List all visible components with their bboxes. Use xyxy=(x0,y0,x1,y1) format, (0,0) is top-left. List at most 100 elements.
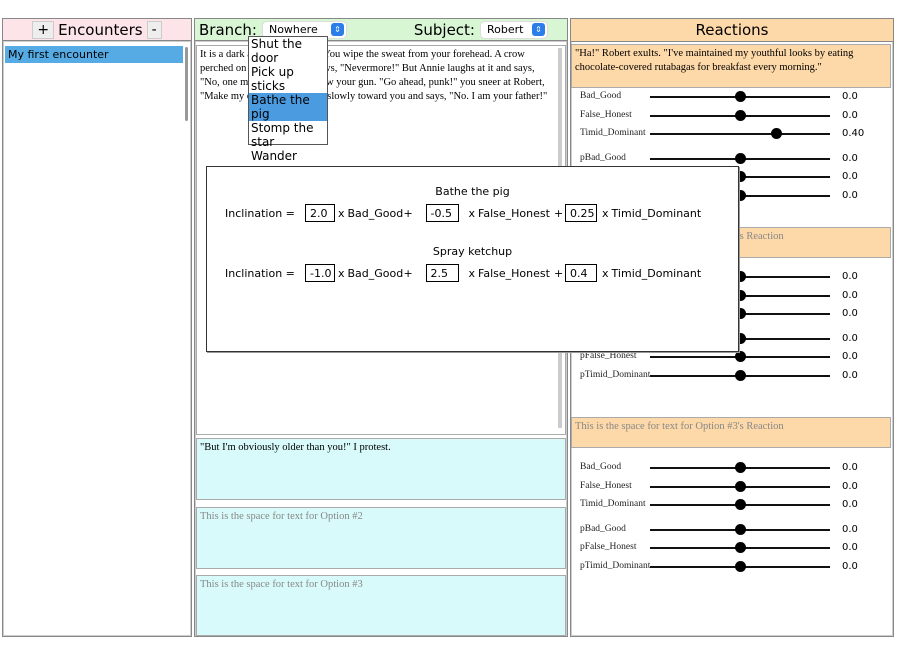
times-sign: x xyxy=(468,266,476,280)
slider-label: pTimid_Dominant xyxy=(580,369,651,380)
subject-value: Robert xyxy=(487,23,524,36)
slider-value: 0.0 xyxy=(842,542,858,553)
slider-track[interactable] xyxy=(650,369,830,381)
slider-value: 0.0 xyxy=(842,462,858,473)
weight-input[interactable]: 0.4 xyxy=(565,264,598,282)
dropdown-option[interactable]: Pick up sticks xyxy=(249,65,327,93)
slider-track[interactable] xyxy=(650,152,830,164)
weight-input[interactable]: -0.5 xyxy=(425,204,459,222)
slider-knob[interactable] xyxy=(735,560,746,572)
trait-name: Bad_Good xyxy=(347,206,404,220)
slider-row: Timid_Dominant 0.0 xyxy=(580,498,880,512)
trait-name: Bad_Good xyxy=(347,266,404,280)
slider-row: pFalse_Honest 0.0 xyxy=(580,541,880,555)
slider-knob[interactable] xyxy=(735,91,746,102)
inclination-equation: Inclination = -1.0 x Bad_Good + 2.5 x Fa… xyxy=(225,264,701,282)
slider-label: Timid_Dominant xyxy=(580,128,646,138)
slider-track[interactable] xyxy=(650,560,830,572)
slider-knob[interactable] xyxy=(771,128,782,139)
times-sign: x xyxy=(602,266,609,280)
slider-value: 0.0 xyxy=(842,499,858,510)
slider-row: pFalse_Honest 0.0 xyxy=(580,350,880,364)
trait-name: False_Honest xyxy=(478,266,550,280)
slider-label: pBad_Good xyxy=(580,523,626,534)
inclination-label: Inclination = xyxy=(225,266,295,280)
reaction-1-textarea[interactable]: "Ha!" Robert exults. "I've maintained my… xyxy=(571,44,891,88)
slider-label: Bad_Good xyxy=(580,91,622,101)
weight-input[interactable]: 2.0 xyxy=(305,204,335,222)
remove-encounter-button[interactable]: - xyxy=(146,20,162,39)
slider-label: False_Honest xyxy=(580,109,632,120)
slider-label: pBad_Good xyxy=(580,152,626,163)
slider-knob[interactable] xyxy=(735,480,746,492)
weight-input[interactable]: -1.0 xyxy=(305,264,335,282)
slider-knob[interactable] xyxy=(735,109,746,121)
slider-track[interactable] xyxy=(650,480,830,492)
list-item[interactable]: My first encounter xyxy=(5,46,183,63)
slider-row: Bad_Good 0.0 xyxy=(580,90,880,104)
slider-label: pFalse_Honest xyxy=(580,351,637,361)
slider-row: Bad_Good 0.0 xyxy=(580,461,880,475)
slider-track[interactable] xyxy=(650,91,830,102)
slider-track[interactable] xyxy=(650,128,830,139)
plus-sign: + xyxy=(403,206,413,220)
option-2-textarea[interactable]: This is the space for text for Option #2 xyxy=(196,507,566,569)
slider-value: 0.0 xyxy=(842,189,858,201)
slider-value: 0.0 xyxy=(842,152,858,164)
slider-row: pTimid_Dominant 0.0 xyxy=(580,369,880,383)
slider-knob[interactable] xyxy=(735,462,746,473)
slider-value: 0.0 xyxy=(842,308,858,319)
slider-track[interactable] xyxy=(650,542,830,553)
weight-input[interactable]: 0.25 xyxy=(565,204,598,222)
slider-knob[interactable] xyxy=(735,499,746,510)
add-encounter-button[interactable]: + xyxy=(32,20,55,39)
slider-value: 0.40 xyxy=(842,128,865,139)
inclination-equation: Inclination = 2.0 x Bad_Good + -0.5 x Fa… xyxy=(225,204,701,222)
slider-knob[interactable] xyxy=(735,542,746,553)
slider-row: False_Honest 0.0 xyxy=(580,109,880,123)
slider-value: 0.0 xyxy=(842,271,858,282)
encounters-header: + Encounters - xyxy=(2,18,192,41)
subject-label: Subject: xyxy=(413,20,475,39)
slider-row: pTimid_Dominant 0.0 xyxy=(580,560,880,574)
times-sign: x xyxy=(338,266,345,280)
slider-label: Bad_Good xyxy=(580,462,622,472)
plus-sign: + xyxy=(403,266,413,280)
reactions-header: Reactions xyxy=(570,18,894,42)
slider-track[interactable] xyxy=(650,499,830,510)
slider-label: False_Honest xyxy=(580,480,632,491)
inclination-branch-title: Spray ketchup xyxy=(432,245,513,258)
slider-label: pFalse_Honest xyxy=(580,542,637,552)
slider-row: Timid_Dominant 0.40 xyxy=(580,127,880,141)
slider-value: 0.0 xyxy=(842,523,858,535)
slider-row: False_Honest 0.0 xyxy=(580,480,880,494)
branch-value: Nowhere xyxy=(268,23,318,36)
option-3-textarea[interactable]: This is the space for text for Option #3 xyxy=(196,575,566,636)
option-1-textarea[interactable]: "But I'm obviously older than you!" I pr… xyxy=(196,438,566,500)
slider-track[interactable] xyxy=(650,109,830,121)
dropdown-option[interactable]: Bathe the pig xyxy=(249,93,327,121)
subject-select[interactable]: Robert ⇕ xyxy=(481,21,547,38)
slider-track[interactable] xyxy=(650,462,830,473)
slider-value: 0.0 xyxy=(842,171,858,182)
slider-value: 0.0 xyxy=(842,109,858,121)
slider-knob[interactable] xyxy=(735,369,746,381)
slider-knob[interactable] xyxy=(735,152,746,164)
slider-track[interactable] xyxy=(650,523,830,535)
slider-track[interactable] xyxy=(650,351,830,362)
times-sign: x xyxy=(468,206,476,220)
slider-knob[interactable] xyxy=(735,523,746,535)
slider-row: pBad_Good 0.0 xyxy=(580,152,880,166)
dropdown-option[interactable]: Stomp the star xyxy=(249,121,327,149)
encounter-list-scrollbar[interactable] xyxy=(185,47,188,121)
plus-sign: + xyxy=(554,206,564,220)
reaction-3-textarea[interactable]: This is the space for text for Option #3… xyxy=(571,417,891,448)
times-sign: x xyxy=(602,206,609,220)
dropdown-option[interactable]: Shut the door xyxy=(249,37,327,65)
slider-value: 0.0 xyxy=(842,289,858,301)
inclination-branch-title: Bathe the pig xyxy=(435,185,510,198)
slider-value: 0.0 xyxy=(842,91,858,102)
times-sign: x xyxy=(338,206,345,220)
slider-knob[interactable] xyxy=(735,351,746,362)
weight-input[interactable]: 2.5 xyxy=(425,264,459,282)
